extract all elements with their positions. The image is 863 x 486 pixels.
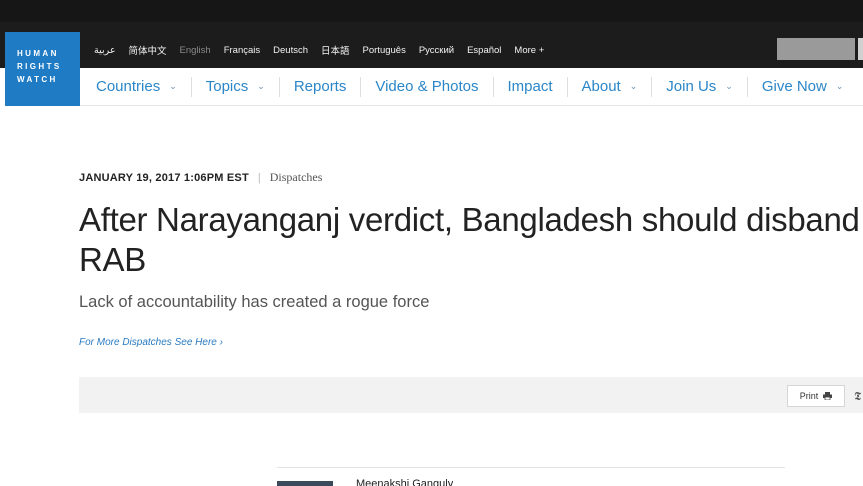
author-name[interactable]: Meenakshi Ganguly xyxy=(356,478,453,486)
chevron-down-icon: ⌄ xyxy=(835,81,844,91)
lang-more[interactable]: More + xyxy=(514,45,544,56)
nav-label: About xyxy=(581,78,621,95)
nav-label: Join Us xyxy=(666,78,717,95)
hrw-logo[interactable]: HUMAN RIGHTS WATCH xyxy=(5,32,80,106)
section-divider xyxy=(277,467,785,468)
lang-english[interactable]: English xyxy=(180,45,211,56)
nav-label: Video & Photos xyxy=(375,78,479,95)
nav-give-now[interactable]: Give Now ⌄ xyxy=(748,77,858,97)
share-bar xyxy=(79,377,863,413)
article-subtitle: Lack of accountability has created a rog… xyxy=(79,293,430,311)
nav-label: Impact xyxy=(507,78,553,95)
article-category[interactable]: Dispatches xyxy=(270,170,323,185)
nav-about[interactable]: About ⌄ xyxy=(568,76,653,97)
print-button[interactable]: Print xyxy=(787,385,845,407)
printer-icon xyxy=(823,392,833,400)
lang-spanish[interactable]: Español xyxy=(467,45,501,56)
lang-russian[interactable]: Русский xyxy=(419,45,454,56)
nav-countries[interactable]: Countries ⌄ xyxy=(80,76,192,97)
nav-video-photos[interactable]: Video & Photos xyxy=(361,76,494,97)
nav-topics[interactable]: Topics ⌄ xyxy=(192,76,280,97)
nav-label: Reports xyxy=(293,78,347,95)
main-nav: Countries ⌄ Topics ⌄ Reports Video & Photo… xyxy=(80,68,863,106)
article-meta: JANUARY 19, 2017 1:06PM EST | Dispatches xyxy=(79,170,322,185)
nav-label: Topics xyxy=(205,78,249,95)
nav-impact[interactable]: Impact xyxy=(494,76,568,97)
article-date: JANUARY 19, 2017 1:06PM EST xyxy=(79,171,249,184)
lang-japanese[interactable]: 日本語 xyxy=(321,43,350,57)
search-input[interactable] xyxy=(777,38,855,60)
nav-reports[interactable]: Reports xyxy=(280,76,362,97)
article-headline: After Narayanganj verdict, Bangladesh sh… xyxy=(79,201,860,278)
logo-line-1: HUMAN xyxy=(17,49,59,58)
language-switcher: عربية 简体中文 English Français Deutsch 日本語 … xyxy=(94,43,557,58)
lang-chinese[interactable]: 简体中文 xyxy=(129,43,167,57)
author-photo xyxy=(277,481,333,486)
chevron-down-icon: ⌄ xyxy=(257,81,265,91)
twitter-icon[interactable]: 𝕿 xyxy=(854,389,861,404)
chevron-down-icon: ⌄ xyxy=(725,81,733,91)
nav-join-us[interactable]: Join Us ⌄ xyxy=(652,76,748,97)
logo-line-3: WATCH xyxy=(17,75,58,84)
lang-portuguese[interactable]: Português xyxy=(363,45,406,56)
nav-label: Countries xyxy=(96,78,161,95)
logo-line-2: RIGHTS xyxy=(17,62,62,71)
more-dispatches-link[interactable]: For More Dispatches See Here › xyxy=(79,337,223,348)
browser-top-bar xyxy=(0,0,863,22)
search-button[interactable] xyxy=(858,38,863,60)
chevron-down-icon: ⌄ xyxy=(169,81,177,91)
lang-german[interactable]: Deutsch xyxy=(273,45,308,56)
meta-separator: | xyxy=(257,171,261,184)
nav-label: Give Now xyxy=(761,78,827,95)
chevron-down-icon: ⌄ xyxy=(629,81,638,91)
lang-arabic[interactable]: عربية xyxy=(94,45,116,56)
print-label: Print xyxy=(799,391,819,401)
lang-french[interactable]: Français xyxy=(224,45,260,56)
